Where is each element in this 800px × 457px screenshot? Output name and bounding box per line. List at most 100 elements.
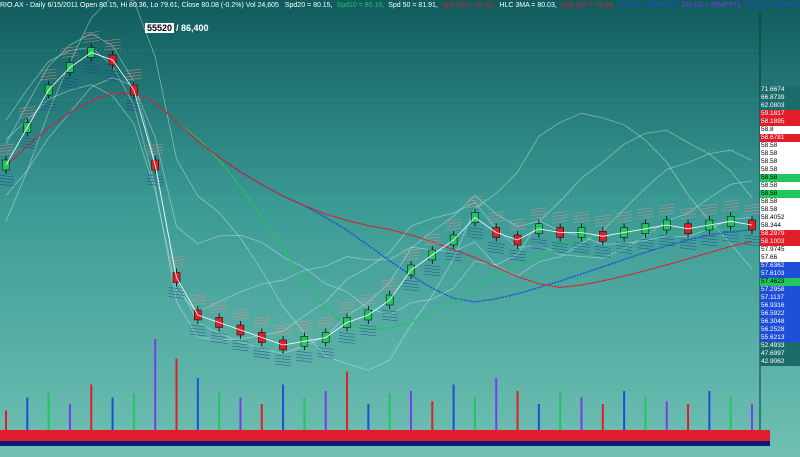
upper-band-line [189,293,206,297]
price-label: 58.58 [760,198,800,206]
lower-band-line [701,237,718,241]
upper-band-line [168,259,185,262]
lower-band-line [466,233,483,236]
lower-band-line [168,293,185,296]
upper-band-line [466,196,483,199]
upper-band-line [637,216,654,220]
price-label: 57.1137 [760,294,800,302]
cursor-readout: 55520/ 86,400 [145,22,209,34]
volume-bar [729,397,732,430]
upper-band-line [232,308,249,312]
trading-chart-window: RIO.AX - Daily 6/15/2011 Open 80.15, Hi … [0,0,800,457]
lower-band-line [488,242,505,245]
upper-band-line [147,152,164,156]
upper-band-line [317,322,334,325]
upper-band-line [381,287,398,291]
volume-bar [644,397,647,430]
lower-band-line [147,180,164,184]
volume-bar [388,393,391,430]
upper-band-line [616,220,633,223]
price-chart[interactable] [0,0,800,457]
lower-band-line [338,335,356,338]
price-label: 58.58 [760,190,800,198]
lower-band-line [466,227,483,230]
volume-bar [346,371,349,430]
lower-band-line [722,233,739,237]
lower-band-line [573,251,590,254]
upper-band-line [701,206,718,210]
lower-band-line [61,80,78,83]
volume-bar [452,384,455,430]
upper-band-line [104,38,121,42]
price-label: 57.2958 [760,286,800,294]
lower-band-line [317,347,334,350]
lower-band-line [83,65,100,68]
upper-band-line [296,328,313,332]
upper-band-line [743,212,761,216]
lower-band-line [275,354,292,358]
lower-band-line [253,356,270,359]
price-scale[interactable]: 71.6674 66.8739 62.0803 59.1817 58.1895 58.8 5… [760,86,800,366]
lower-band-line [637,247,654,251]
lower-band-line [61,77,78,80]
lower-band-line [253,350,270,353]
volume-bar [175,358,178,430]
volume-bar [218,391,221,430]
price-label: 58.58 [760,158,800,166]
lower-band-line [296,353,313,357]
price-label: 58.58 [760,166,800,174]
upper-band-line [573,217,590,220]
lower-band-line [83,71,100,74]
upper-band-line [19,106,36,109]
volume-bar [239,397,242,430]
upper-band-line [40,77,57,81]
lower-band-line [40,105,57,109]
upper-band-line [189,296,206,300]
upper-band-line [552,217,569,220]
lower-band-line [743,234,761,238]
price-label: 62.0803 [760,102,800,110]
upper-band-line [402,257,420,261]
upper-band-line [360,293,377,297]
lower-band-line [147,174,164,178]
price-label: 58.58 [760,142,800,150]
price-label: 58.1895 [760,118,800,126]
lower-band-line [466,236,483,239]
lower-band-line [338,332,356,335]
upper-band-line [509,218,526,222]
upper-band-line [19,109,36,112]
upper-band-line [360,296,377,300]
upper-band-line [658,206,675,210]
upper-band-line [104,44,121,48]
price-label: 52.4933 [760,342,800,350]
indicator-item: HLC 3MA = 80.03, [499,2,557,9]
indicator-item: Spd10 = 80.16, [336,2,385,9]
lower-band-line [402,285,420,289]
upper-band-line [594,214,611,218]
upper-band-line [552,220,569,223]
upper-band-line [317,319,334,322]
lower-band-line [594,245,611,249]
lower-band-line [573,242,590,245]
upper-band-line [701,209,718,213]
lower-band-line [402,288,420,292]
lower-band-line [381,309,398,313]
lower-band-line [402,279,420,283]
lower-band-line [338,341,356,344]
lower-band-line [275,363,292,367]
upper-band-line [658,203,675,207]
upper-band-line [275,329,292,333]
upper-band-line [743,209,761,213]
lower-band-line [701,243,718,247]
price-label: 58.8 [760,126,800,134]
lower-band-line [83,62,100,65]
price-label: 58.58 [760,174,800,182]
price-label: 58.58 [760,182,800,190]
lower-band-line [253,353,270,356]
upper-band-line [253,316,270,319]
price-label: 71.6674 [760,86,800,94]
scroll-band[interactable] [0,441,770,446]
price-line [5,52,753,346]
lower-band-line [509,258,526,262]
upper-band-line [40,71,57,75]
